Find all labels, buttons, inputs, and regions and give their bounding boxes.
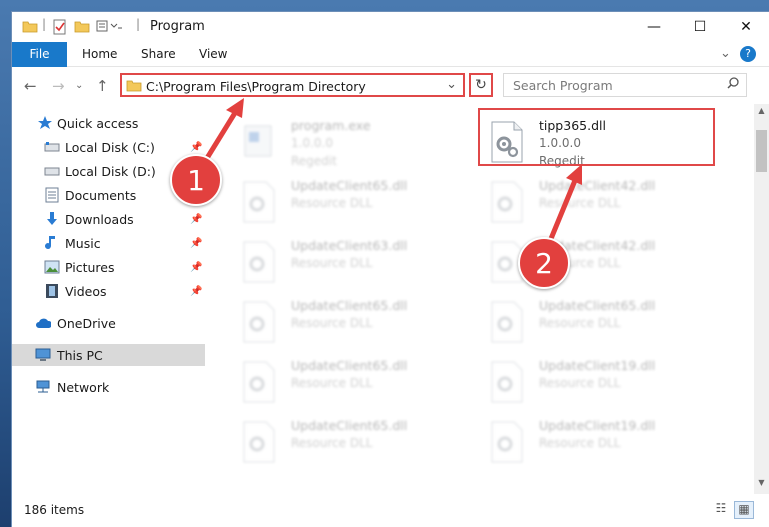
annotation-arrows <box>201 98 582 247</box>
step-1-badge: 1 <box>170 154 222 206</box>
step-2-badge: 2 <box>518 237 570 289</box>
arrow-2-line <box>545 177 579 247</box>
arrow-1-line <box>201 106 241 165</box>
